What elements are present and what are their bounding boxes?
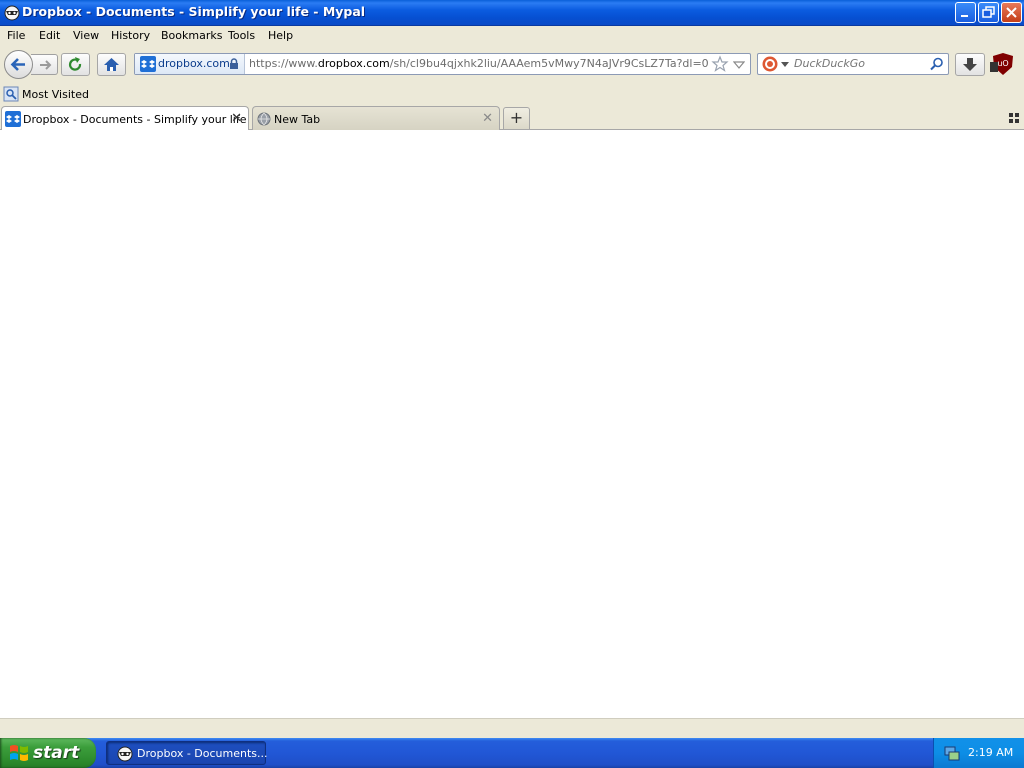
globe-icon — [257, 112, 271, 126]
menu-bar: File Edit View History Bookmarks Tools H… — [0, 26, 1024, 46]
menu-edit[interactable]: Edit — [39, 29, 60, 42]
search-icon[interactable] — [930, 57, 944, 71]
taskbar-item-label: Dropbox - Documents... — [137, 747, 268, 760]
window-title: Dropbox - Documents - Simplify your life… — [22, 4, 366, 19]
tab-label: Dropbox - Documents - Simplify your life — [23, 113, 247, 126]
status-bar — [0, 718, 1024, 738]
site-identity-button[interactable]: dropbox.com — [135, 54, 245, 74]
taskbar-item-mypal[interactable]: Dropbox - Documents... — [106, 741, 268, 765]
mypal-app-icon — [4, 5, 20, 21]
svg-text:uO: uO — [997, 59, 1008, 68]
back-button[interactable] — [4, 50, 33, 79]
home-button[interactable] — [97, 53, 126, 76]
tab-close-icon[interactable]: ✕ — [482, 111, 493, 126]
home-icon — [104, 58, 119, 71]
network-tray-icon[interactable] — [943, 744, 961, 762]
system-clock[interactable]: 2:19 AM — [968, 746, 1013, 759]
bookmarks-toolbar: Most Visited — [0, 83, 1024, 105]
windows-logo-icon — [10, 745, 28, 761]
tab-new-tab[interactable]: New Tab ✕ — [252, 106, 500, 130]
menu-history[interactable]: History — [111, 29, 150, 42]
site-identity-label: dropbox.com — [158, 57, 230, 70]
dropbox-favicon-icon — [140, 56, 156, 72]
bookmark-star-icon[interactable] — [711, 55, 729, 73]
back-arrow-icon — [10, 58, 25, 71]
menu-file[interactable]: File — [7, 29, 25, 42]
new-tab-button[interactable]: + — [503, 107, 530, 129]
url-prefix: https://www. — [249, 57, 318, 70]
url-text: https://www.dropbox.com/sh/cl9bu4qjxhk2l… — [249, 57, 709, 70]
tab-dropbox[interactable]: Dropbox - Documents - Simplify your life… — [1, 106, 249, 131]
system-tray: 2:19 AM — [933, 738, 1024, 768]
taskbar: start Dropbox - Documents... 2:19 AM — [0, 738, 1024, 768]
url-history-dropdown-icon[interactable] — [733, 59, 745, 71]
forward-button[interactable] — [31, 54, 58, 75]
menu-view[interactable]: View — [73, 29, 99, 42]
navigation-toolbar: dropbox.com https://www.dropbox.com/sh/c… — [0, 46, 1024, 83]
reload-button[interactable] — [61, 53, 90, 76]
close-window-button[interactable] — [1001, 2, 1022, 23]
start-button[interactable]: start — [0, 738, 96, 768]
tab-label: New Tab — [274, 113, 321, 126]
most-visited-folder-icon — [3, 86, 19, 102]
duckduckgo-engine-icon[interactable] — [762, 56, 778, 72]
search-input[interactable] — [794, 57, 934, 70]
reload-icon — [68, 57, 82, 71]
forward-arrow-icon — [40, 60, 52, 70]
start-label: start — [33, 743, 80, 763]
menu-tools[interactable]: Tools — [228, 29, 255, 42]
minimize-button[interactable] — [955, 2, 976, 23]
downloads-button[interactable] — [955, 53, 985, 76]
restore-icon — [982, 6, 995, 18]
close-icon — [1006, 7, 1017, 18]
lock-icon — [230, 58, 238, 69]
menu-help[interactable]: Help — [268, 29, 293, 42]
search-bar[interactable] — [757, 53, 949, 75]
menu-bookmarks[interactable]: Bookmarks — [161, 29, 222, 42]
ublock-origin-icon[interactable]: uO — [990, 51, 1016, 77]
download-arrow-icon — [963, 58, 977, 71]
page-content[interactable] — [0, 130, 1024, 718]
tab-strip: Dropbox - Documents - Simplify your life… — [0, 105, 1024, 131]
url-host: dropbox.com — [317, 57, 390, 70]
address-bar[interactable]: dropbox.com https://www.dropbox.com/sh/c… — [134, 53, 751, 75]
mypal-app-icon — [117, 746, 133, 762]
engine-dropdown-icon[interactable] — [781, 61, 789, 69]
title-bar[interactable]: Dropbox - Documents - Simplify your life… — [0, 0, 1024, 26]
tab-groups-icon[interactable] — [1008, 112, 1020, 124]
bookmark-most-visited[interactable]: Most Visited — [22, 88, 89, 101]
dropbox-favicon-icon — [5, 111, 21, 127]
url-path: /sh/cl9bu4qjxhk2liu/AAAem5vMwy7N4aJVr9Cs… — [389, 57, 709, 70]
tab-close-icon[interactable]: ✕ — [231, 111, 242, 126]
minimize-icon — [961, 15, 968, 17]
restore-button[interactable] — [978, 2, 999, 23]
